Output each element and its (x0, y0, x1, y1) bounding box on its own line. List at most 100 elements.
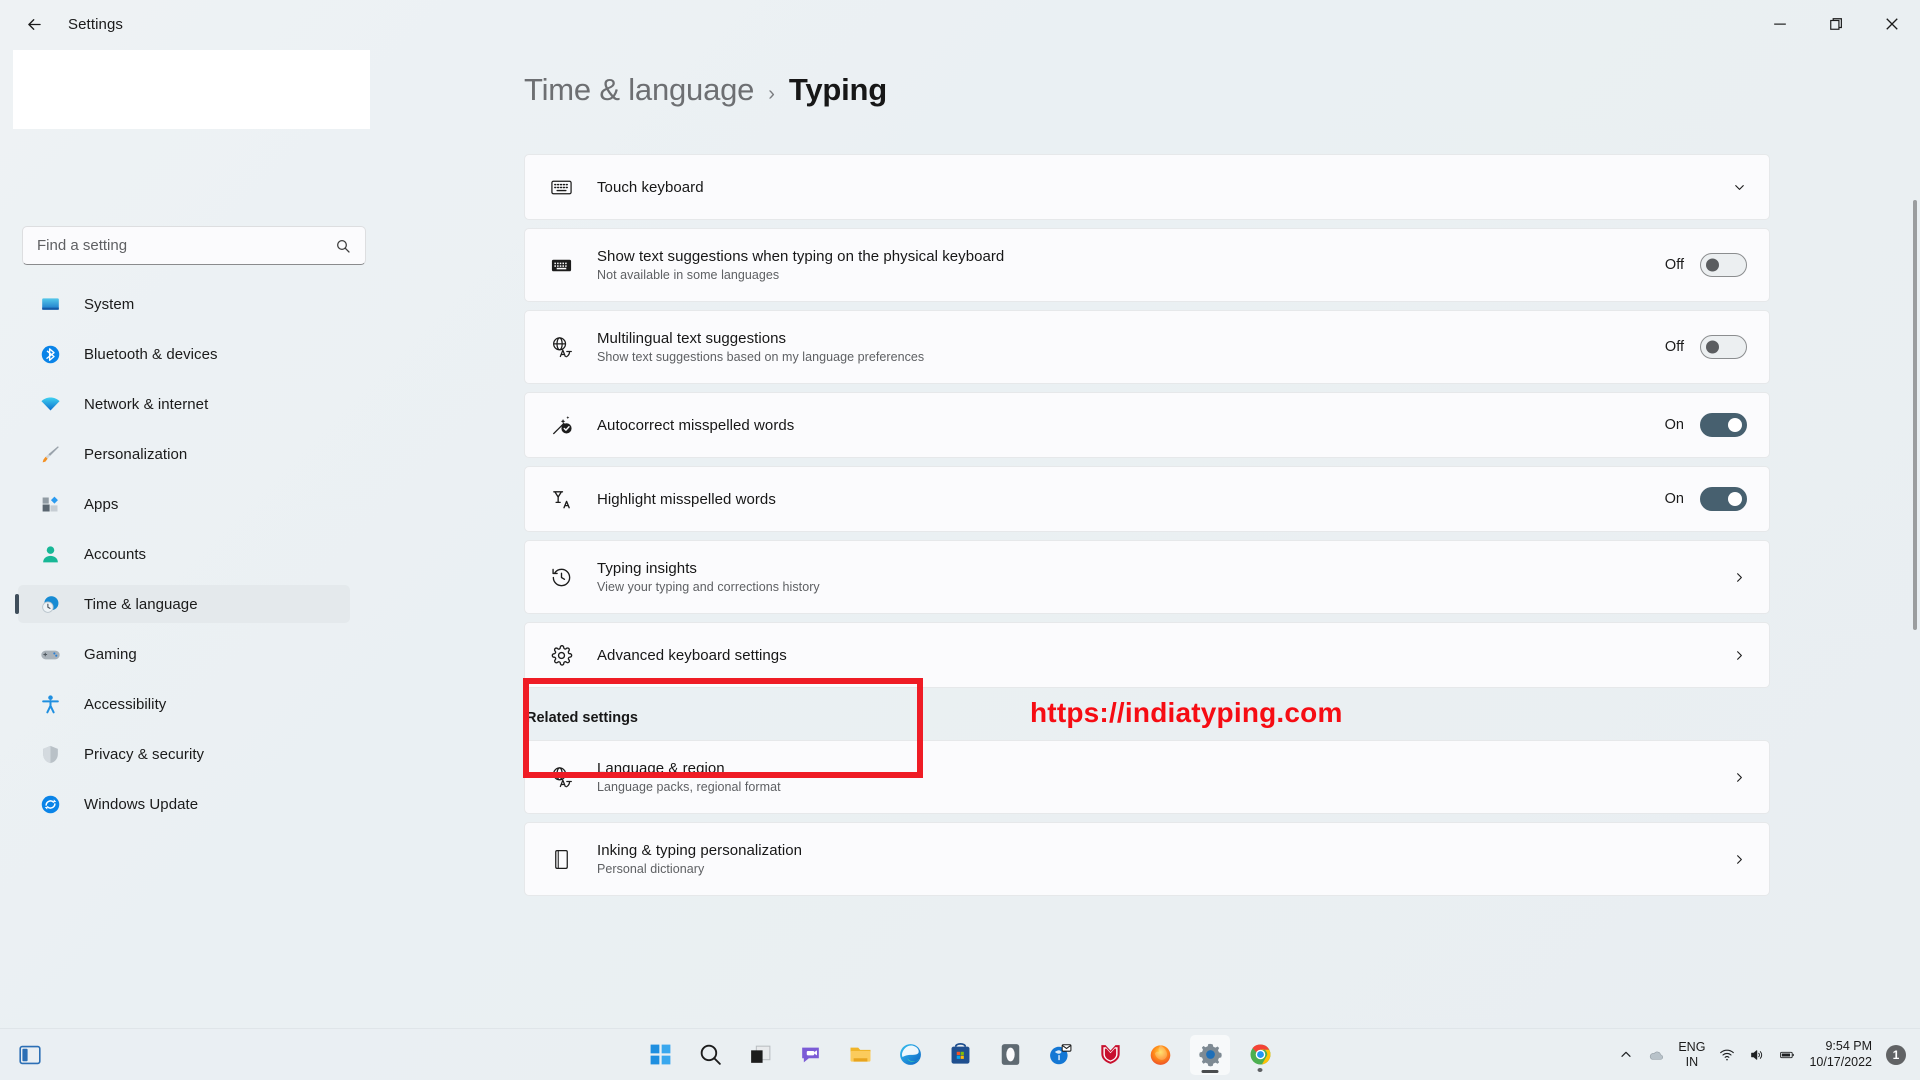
setting-row-language-region[interactable]: Language & region Language packs, region… (524, 740, 1770, 814)
arrow-left-icon (25, 15, 44, 34)
settings-button[interactable] (1190, 1035, 1230, 1075)
mail-icon (1048, 1042, 1073, 1067)
sidebar-item-privacy-security[interactable]: Privacy & security (18, 735, 350, 773)
minimize-icon (1773, 17, 1787, 31)
sidebar-item-network-internet[interactable]: Network & internet (18, 385, 350, 423)
mcafee-button[interactable] (1090, 1035, 1130, 1075)
setting-row-inking-typing-personalization[interactable]: Inking & typing personalization Personal… (524, 822, 1770, 896)
setting-control[interactable]: Off (1660, 253, 1747, 277)
chevron-down-icon[interactable] (1732, 180, 1747, 195)
settings-list: Touch keyboard Show text suggestions whe… (524, 154, 1770, 904)
task-view-icon (748, 1042, 773, 1067)
toggle-switch[interactable] (1700, 253, 1747, 277)
maximize-button[interactable] (1808, 0, 1864, 48)
close-button[interactable] (1864, 0, 1920, 48)
edge-icon (898, 1042, 923, 1067)
bluetooth-icon (40, 343, 66, 365)
chat-button[interactable] (790, 1035, 830, 1075)
setting-control[interactable] (1732, 770, 1747, 785)
onedrive-button[interactable] (1648, 1047, 1664, 1063)
chevron-right-icon[interactable] (1732, 648, 1747, 663)
battery-button[interactable] (1779, 1047, 1795, 1063)
clock-globe-icon (40, 593, 66, 615)
app-title: Settings (68, 16, 123, 33)
sidebar-item-label: Bluetooth & devices (84, 346, 218, 363)
volume-button[interactable] (1749, 1047, 1765, 1063)
sidebar-item-gaming[interactable]: Gaming (18, 635, 350, 673)
setting-row-advanced-keyboard-settings[interactable]: Advanced keyboard settings (524, 622, 1770, 688)
opera-icon (998, 1042, 1023, 1067)
autocorrect-icon (525, 393, 597, 457)
mail-button[interactable] (1040, 1035, 1080, 1075)
setting-control[interactable]: On (1660, 487, 1747, 511)
toggle-switch[interactable] (1700, 413, 1747, 437)
clock[interactable]: 9:54 PM 10/17/2022 (1809, 1039, 1872, 1070)
sidebar-item-apps[interactable]: Apps (18, 485, 350, 523)
scrollbar-thumb[interactable] (1913, 200, 1917, 630)
start-button[interactable] (640, 1035, 680, 1075)
widgets-icon (18, 1043, 42, 1067)
setting-control[interactable]: Off (1660, 335, 1747, 359)
setting-control[interactable]: On (1660, 413, 1747, 437)
chat-icon (798, 1042, 823, 1067)
search-button[interactable] (690, 1035, 730, 1075)
setting-title: Show text suggestions when typing on the… (597, 248, 1660, 265)
setting-title: Autocorrect misspelled words (597, 417, 1660, 434)
sidebar-item-accessibility[interactable]: Accessibility (18, 685, 350, 723)
setting-control[interactable] (1732, 180, 1747, 195)
sidebar-item-windows-update[interactable]: Windows Update (18, 785, 350, 823)
chevron-right-icon[interactable] (1732, 570, 1747, 585)
language-indicator[interactable]: ENG IN (1678, 1040, 1705, 1069)
breadcrumb: Time & language › Typing (524, 72, 887, 108)
microsoft-store-button[interactable] (940, 1035, 980, 1075)
wifi-icon (1719, 1047, 1735, 1063)
sidebar-item-personalization[interactable]: Personalization (18, 435, 350, 473)
breadcrumb-parent[interactable]: Time & language (524, 72, 754, 108)
task-view-button[interactable] (740, 1035, 780, 1075)
setting-row-show-text-suggestions[interactable]: Show text suggestions when typing on the… (524, 228, 1770, 302)
setting-subtitle: View your typing and corrections history (597, 580, 1732, 594)
wifi-button[interactable] (1719, 1047, 1735, 1063)
windows-logo-icon (648, 1042, 673, 1067)
sidebar-item-system[interactable]: System (18, 285, 350, 323)
setting-control[interactable] (1732, 570, 1747, 585)
chevron-right-icon[interactable] (1732, 852, 1747, 867)
notification-badge[interactable]: 1 (1886, 1045, 1906, 1065)
chrome-button[interactable] (1240, 1035, 1280, 1075)
sidebar-item-label: Time & language (84, 596, 198, 613)
edge-button[interactable] (890, 1035, 930, 1075)
chevron-right-icon[interactable] (1732, 770, 1747, 785)
setting-row-touch-keyboard[interactable]: Touch keyboard (524, 154, 1770, 220)
opera-button[interactable] (990, 1035, 1030, 1075)
file-explorer-button[interactable] (840, 1035, 880, 1075)
firefox-button[interactable] (1140, 1035, 1180, 1075)
toggle-switch[interactable] (1700, 487, 1747, 511)
folder-icon (848, 1042, 873, 1067)
highlight-icon (525, 467, 597, 531)
setting-title: Language & region (597, 760, 1732, 777)
sidebar-item-bluetooth-devices[interactable]: Bluetooth & devices (18, 335, 350, 373)
widgets-button[interactable] (18, 1043, 42, 1067)
setting-row-highlight-misspelled-words[interactable]: Highlight misspelled words On (524, 466, 1770, 532)
taskbar: ENG IN 9 (0, 1028, 1920, 1080)
sidebar-item-time-language[interactable]: Time & language (18, 585, 350, 623)
search-input[interactable] (23, 227, 335, 264)
setting-subtitle: Language packs, regional format (597, 780, 1732, 794)
setting-row-typing-insights[interactable]: Typing insights View your typing and cor… (524, 540, 1770, 614)
search-box[interactable] (22, 226, 366, 265)
tray-overflow-button[interactable] (1618, 1047, 1634, 1063)
sidebar-item-accounts[interactable]: Accounts (18, 535, 350, 573)
sidebar-item-label: Network & internet (84, 396, 208, 413)
setting-row-autocorrect-misspelled-words[interactable]: Autocorrect misspelled words On (524, 392, 1770, 458)
window-controls (1752, 0, 1920, 48)
toggle-switch[interactable] (1700, 335, 1747, 359)
setting-control[interactable] (1732, 648, 1747, 663)
minimize-button[interactable] (1752, 0, 1808, 48)
wifi-icon (40, 393, 66, 415)
watermark-text: https://indiatyping.com (1030, 697, 1343, 729)
setting-control[interactable] (1732, 852, 1747, 867)
back-button[interactable] (14, 8, 54, 40)
setting-row-multilingual-text-suggestions[interactable]: Multilingual text suggestions Show text … (524, 310, 1770, 384)
paintbrush-icon (40, 443, 66, 465)
user-profile-card[interactable] (13, 50, 370, 129)
